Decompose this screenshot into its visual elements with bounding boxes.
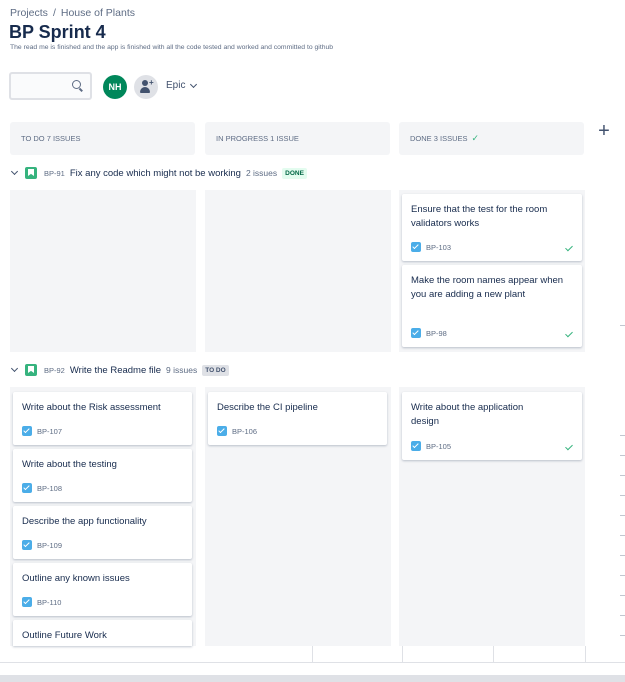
divider: [620, 575, 625, 576]
card-key: BP-105: [426, 441, 452, 451]
issue-card[interactable]: Describe the app functionality BP-109: [13, 506, 192, 559]
chevron-down-icon: [190, 80, 198, 88]
chevron-down-icon[interactable]: [10, 364, 19, 373]
card-key: BP-108: [37, 483, 63, 493]
done-check-icon: [565, 329, 573, 338]
card-summary: Ensure that the test for the room valida…: [411, 204, 548, 229]
divider: [620, 435, 625, 436]
column-header-label: TO DO 7 ISSUES: [21, 134, 81, 143]
divider: [620, 495, 625, 496]
swimlane-summary: Fix any code which might not be working: [69, 167, 241, 179]
issue-card[interactable]: Write about the Risk assessment BP-107: [13, 392, 192, 445]
done-check-icon: [565, 243, 573, 252]
plus-icon: +: [149, 78, 154, 87]
card-summary: Make the room names appear when you are …: [411, 275, 564, 300]
card-key: BP-110: [37, 597, 62, 607]
column-header-in-progress: IN PROGRESS 1 ISSUE: [205, 122, 390, 155]
column-header-done: DONE 3 ISSUES ✓: [399, 122, 584, 155]
epic-filter-label: Epic: [166, 80, 186, 91]
divider: [620, 635, 625, 636]
divider: [620, 475, 625, 476]
divider: [620, 595, 625, 596]
issue-card[interactable]: Write about the testing BP-108: [13, 449, 192, 502]
person-icon: [142, 80, 148, 86]
swimlane-summary: Write the Readme file: [69, 364, 162, 376]
sprint-goal: The read me is finished and the app is f…: [10, 44, 334, 51]
status-badge: DONE: [282, 167, 307, 179]
divider: [620, 555, 625, 556]
divider: [585, 646, 586, 662]
breadcrumb-project-link[interactable]: House of Plants: [61, 7, 135, 19]
issue-card[interactable]: Ensure that the test for the room valida…: [402, 194, 582, 261]
task-icon: [22, 540, 32, 550]
card-summary: Describe the CI pipeline: [217, 402, 318, 413]
breadcrumb-projects-link[interactable]: Projects: [10, 7, 48, 19]
divider: [312, 646, 313, 662]
card-summary: Write about the Risk assessment: [22, 402, 161, 413]
breadcrumb-separator: /: [52, 7, 56, 19]
column-drop-area: [205, 190, 391, 352]
search-input[interactable]: [9, 72, 92, 100]
divider: [620, 325, 625, 326]
task-icon: [22, 597, 32, 607]
check-icon: ✓: [471, 133, 480, 143]
task-icon: [411, 441, 421, 451]
column-header-label: DONE 3 ISSUES: [410, 134, 468, 143]
story-icon: [25, 167, 37, 179]
swimlane-header[interactable]: BP-91 Fix any code which might not be wo…: [10, 166, 307, 180]
divider: [0, 662, 625, 663]
column-header-label: IN PROGRESS 1 ISSUE: [216, 134, 299, 143]
swimlane-issue-count: 2 issues: [245, 168, 278, 178]
card-key: BP-109: [37, 540, 63, 550]
status-badge: TO DO: [202, 364, 229, 376]
divider: [402, 646, 403, 662]
card-summary: Write about the testing: [22, 459, 117, 470]
add-people-button[interactable]: +: [134, 75, 158, 99]
card-summary: Describe the app functionality: [22, 516, 147, 527]
card-key: BP-103: [426, 242, 452, 252]
person-icon-body: [140, 87, 150, 93]
card-key: BP-107: [37, 426, 63, 436]
card-summary: Outline any known issues: [22, 573, 130, 584]
divider: [620, 515, 625, 516]
issue-card[interactable]: Outline Future Work: [13, 620, 192, 646]
task-icon: [411, 242, 421, 252]
issue-card[interactable]: Write about the application design BP-10…: [402, 392, 582, 460]
divider: [620, 455, 625, 456]
swimlane-key[interactable]: BP-91: [44, 169, 65, 178]
card-key: BP-106: [232, 426, 258, 436]
page-title: BP Sprint 4: [9, 22, 106, 42]
divider: [620, 615, 625, 616]
task-icon: [22, 426, 32, 436]
breadcrumb: Projects / House of Plants: [10, 7, 135, 19]
column-header-todo: TO DO 7 ISSUES: [10, 122, 195, 155]
issue-card[interactable]: Describe the CI pipeline BP-106: [208, 392, 387, 445]
swimlane-issue-count: 9 issues: [166, 365, 198, 375]
done-check-icon: [565, 442, 573, 451]
avatar[interactable]: NH: [103, 75, 127, 99]
card-key: BP-98: [426, 328, 447, 338]
chevron-down-icon[interactable]: [10, 167, 19, 176]
divider: [620, 535, 625, 536]
horizontal-scrollbar[interactable]: [0, 675, 625, 682]
card-summary: Outline Future Work: [22, 630, 107, 641]
story-icon: [25, 364, 37, 376]
swimlane-key[interactable]: BP-92: [44, 366, 65, 375]
task-icon: [22, 483, 32, 493]
column-drop-area: [10, 190, 196, 352]
swimlane-header[interactable]: BP-92 Write the Readme file 9 issues TO …: [10, 363, 229, 377]
issue-card[interactable]: Outline any known issues BP-110: [13, 563, 192, 616]
issue-card[interactable]: Make the room names appear when you are …: [402, 265, 582, 347]
task-icon: [217, 426, 227, 436]
epic-filter-dropdown[interactable]: Epic: [166, 80, 198, 91]
divider: [493, 646, 494, 662]
card-summary: Write about the application design: [411, 402, 524, 427]
add-column-button[interactable]: +: [594, 121, 614, 141]
task-icon: [411, 328, 421, 338]
search-icon: [72, 80, 81, 89]
